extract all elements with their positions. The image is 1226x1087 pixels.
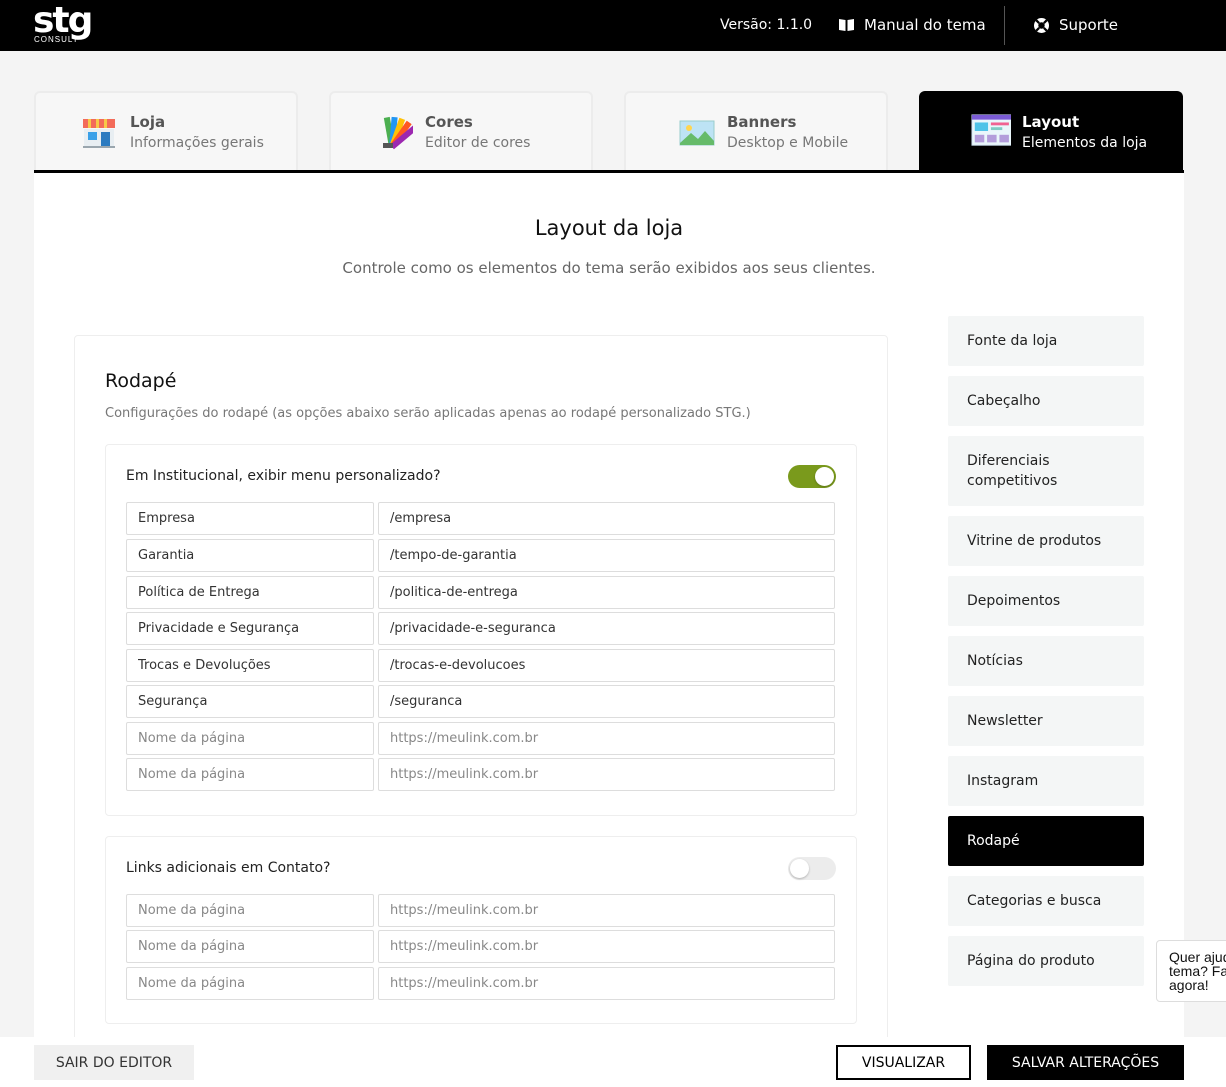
help-text-line: tema? Fal — [1169, 963, 1226, 979]
card-title: Rodapé — [105, 370, 177, 392]
tab-loja[interactable]: Loja Informações gerais — [34, 91, 298, 170]
page-name-input[interactable] — [126, 758, 374, 791]
sidebar-item-label: Notícias — [967, 653, 1023, 669]
page-name-input[interactable] — [126, 930, 374, 963]
page-link-input[interactable] — [378, 930, 835, 963]
tab-cores[interactable]: Cores Editor de cores — [329, 91, 593, 170]
sidebar-item-cabecalho[interactable]: Cabeçalho — [948, 376, 1144, 426]
layout-panel: Layout da loja Controle como os elemento… — [34, 170, 1184, 1040]
sidebar-item-vitrine[interactable]: Vitrine de produtos — [948, 516, 1144, 566]
support-label: Suporte — [1059, 16, 1119, 34]
tab-subtitle: Informações gerais — [130, 135, 264, 151]
stg-logo[interactable]: stg CONSULT — [33, 0, 93, 45]
page-link-input[interactable] — [378, 539, 835, 572]
sidebar-item-label: Rodapé — [967, 833, 1020, 849]
sidebar-item-label: Depoimentos — [967, 593, 1061, 609]
toggle-knob — [790, 859, 809, 878]
page-link-input[interactable] — [378, 685, 835, 718]
page-name-input[interactable] — [126, 502, 374, 535]
exit-editor-button[interactable]: SAIR DO EDITOR — [34, 1045, 194, 1080]
header-divider — [1004, 6, 1005, 45]
sidebar-item-label: Página do produto — [967, 953, 1095, 969]
sidebar-item-noticias[interactable]: Notícias — [948, 636, 1144, 686]
sidebar-item-label: Newsletter — [967, 713, 1043, 729]
page-link-input[interactable] — [378, 758, 835, 791]
page-name-input[interactable] — [126, 612, 374, 645]
page-name-input[interactable] — [126, 894, 374, 927]
sidebar-item-categorias[interactable]: Categorias e busca — [948, 876, 1144, 926]
sidebar-item-fonte[interactable]: Fonte da loja — [948, 316, 1144, 366]
page-name-input[interactable] — [126, 967, 374, 1000]
sidebar-item-label: Cabeçalho — [967, 393, 1041, 409]
palette-icon — [383, 116, 413, 150]
sidebar-item-label: Instagram — [967, 773, 1039, 789]
tab-subtitle: Desktop e Mobile — [727, 135, 849, 151]
help-text-line: agora! — [1169, 977, 1209, 993]
sidebar-item-rodape[interactable]: Rodapé — [948, 816, 1144, 866]
tab-banners[interactable]: Banners Desktop e Mobile — [624, 91, 888, 170]
page-name-input[interactable] — [126, 722, 374, 755]
page-name-input[interactable] — [126, 539, 374, 572]
store-icon — [83, 119, 115, 148]
sidebar-item-instagram[interactable]: Instagram — [948, 756, 1144, 806]
tab-title: Banners — [727, 113, 797, 131]
help-text-line: Quer ajuda — [1169, 949, 1226, 965]
landscape-image-icon — [679, 120, 715, 146]
tab-layout[interactable]: Layout Elementos da loja — [919, 91, 1183, 170]
contato-label: Links adicionais em Contato? — [126, 860, 331, 876]
manual-link[interactable]: Manual do tema — [838, 16, 986, 34]
lifebuoy-icon — [1034, 17, 1049, 33]
sidebar-item-depoimentos[interactable]: Depoimentos — [948, 576, 1144, 626]
card-description: Configurações do rodapé (as opções abaix… — [105, 406, 751, 421]
contato-toggle[interactable] — [788, 857, 836, 880]
bottom-action-bar: SAIR DO EDITOR VISUALIZAR SALVAR ALTERAÇ… — [0, 1037, 1226, 1087]
page-subtitle: Controle como os elementos do tema serão… — [342, 259, 876, 277]
sidebar-item-label: Fonte da loja — [967, 333, 1058, 349]
page-link-input[interactable] — [378, 894, 835, 927]
institucional-label: Em Institucional, exibir menu personaliz… — [126, 468, 441, 484]
preview-button[interactable]: VISUALIZAR — [836, 1045, 971, 1080]
top-bar: stg CONSULT Versão: 1.1.0 Manual do tema… — [0, 0, 1226, 51]
sidebar-item-newsletter[interactable]: Newsletter — [948, 696, 1144, 746]
support-link[interactable]: Suporte — [1033, 16, 1118, 34]
tab-subtitle: Editor de cores — [425, 135, 531, 151]
page-link-input[interactable] — [378, 967, 835, 1000]
layout-icon — [971, 114, 1011, 146]
sidebar-item-label: Categorias e busca — [967, 893, 1102, 909]
sidebar-item-diferenciais[interactable]: Diferenciais competitivos — [948, 436, 1144, 506]
institucional-toggle[interactable] — [788, 465, 836, 488]
help-chat-bubble[interactable]: Quer ajuda tema? Fal agora! — [1156, 940, 1226, 1002]
tab-title: Layout — [1022, 113, 1080, 131]
page-link-input[interactable] — [378, 502, 835, 535]
page-name-input[interactable] — [126, 649, 374, 682]
tab-subtitle: Elementos da loja — [1022, 135, 1148, 151]
footer-settings-card: Rodapé Configurações do rodapé (as opçõe… — [74, 335, 888, 1040]
manual-label: Manual do tema — [864, 16, 986, 34]
tab-title: Cores — [425, 113, 473, 131]
logo-main-text: stg — [33, 0, 93, 41]
page-name-input[interactable] — [126, 685, 374, 718]
page-link-input[interactable] — [378, 649, 835, 682]
page-link-input[interactable] — [378, 576, 835, 609]
save-changes-button[interactable]: SALVAR ALTERAÇÕES — [987, 1045, 1184, 1080]
institucional-section: Em Institucional, exibir menu personaliz… — [105, 444, 857, 816]
sidebar-item-label: Diferenciais competitivos — [967, 453, 1058, 489]
tab-title: Loja — [130, 113, 166, 131]
page-name-input[interactable] — [126, 576, 374, 609]
sidebar-item-produto[interactable]: Página do produto — [948, 936, 1144, 986]
page-link-input[interactable] — [378, 612, 835, 645]
contato-section: Links adicionais em Contato? — [105, 836, 857, 1024]
page-link-input[interactable] — [378, 722, 835, 755]
book-icon — [839, 19, 854, 31]
toggle-knob — [815, 467, 834, 486]
page-title: Layout da loja — [534, 216, 684, 240]
version-label: Versão: 1.1.0 — [720, 17, 813, 33]
sidebar-item-label: Vitrine de produtos — [967, 533, 1102, 549]
